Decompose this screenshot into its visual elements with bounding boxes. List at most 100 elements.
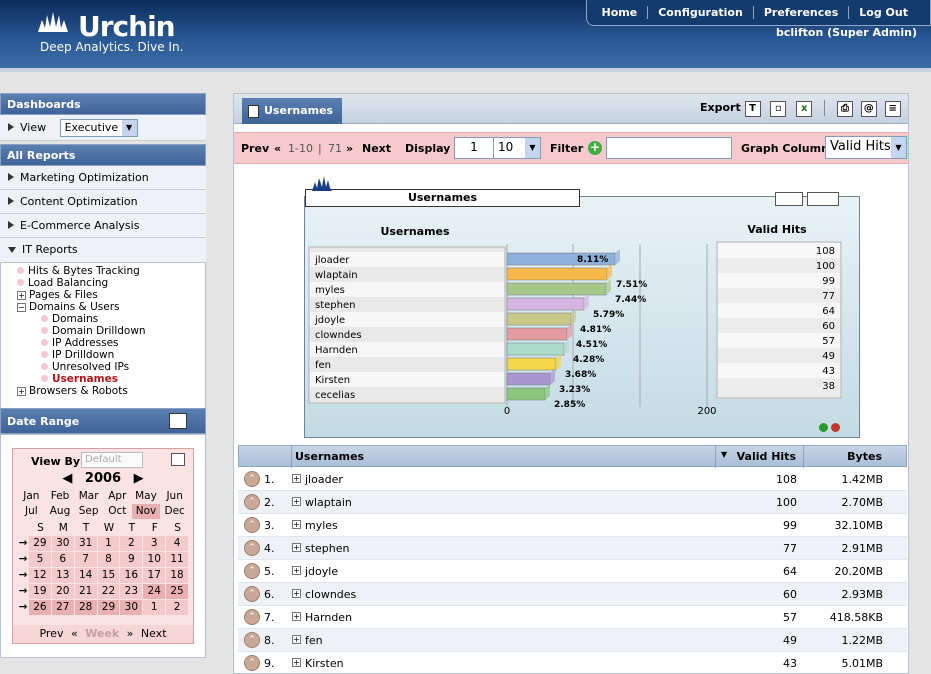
display-count-select[interactable]: 10 ▼ bbox=[493, 137, 541, 159]
table-row[interactable]: ⌃ 9. + Kirsten 43 5.01MB bbox=[238, 652, 907, 674]
tree-item-browsers-robots[interactable]: + Browsers & Robots bbox=[17, 385, 205, 397]
email-icon[interactable]: @ bbox=[860, 101, 877, 117]
select-week-arrow-icon[interactable]: → bbox=[17, 568, 29, 583]
row-username[interactable]: wlaptain bbox=[305, 496, 352, 509]
column-usernames[interactable]: Usernames bbox=[295, 450, 364, 463]
calendar-icon[interactable] bbox=[171, 453, 185, 466]
tree-item-domain-drilldown[interactable]: Domain Drilldown bbox=[29, 325, 205, 337]
prev-link[interactable]: Prev bbox=[39, 627, 63, 640]
tree-item-domains[interactable]: Domains bbox=[29, 313, 205, 325]
expand-plus-icon[interactable]: + bbox=[292, 497, 301, 506]
next-link[interactable]: Next bbox=[141, 627, 167, 640]
tree-item-load-balancing[interactable]: Load Balancing bbox=[17, 277, 205, 289]
move-up-icon[interactable]: ⌃ bbox=[244, 563, 260, 579]
calendar-icon[interactable] bbox=[169, 413, 187, 429]
move-up-icon[interactable]: ⌃ bbox=[244, 586, 260, 602]
row-username[interactable]: stephen bbox=[305, 542, 350, 555]
calendar-day[interactable]: 9 bbox=[120, 552, 143, 567]
calendar-day[interactable]: 29 bbox=[97, 600, 120, 615]
move-up-icon[interactable]: ⌃ bbox=[244, 632, 260, 648]
expand-plus-icon[interactable]: + bbox=[292, 635, 301, 644]
calendar-day[interactable]: 17 bbox=[143, 568, 166, 583]
row-username[interactable]: Kirsten bbox=[305, 657, 344, 670]
expand-plus-icon[interactable]: + bbox=[17, 291, 26, 300]
tree-item-ip-addresses[interactable]: IP Addresses bbox=[29, 337, 205, 349]
print-icon[interactable]: ⎙ bbox=[836, 101, 853, 117]
select-week-arrow-icon[interactable]: → bbox=[17, 600, 29, 615]
calendar-day[interactable]: 2 bbox=[166, 600, 188, 615]
calendar-day[interactable]: 13 bbox=[51, 568, 74, 583]
calendar-day[interactable]: 12 bbox=[29, 568, 51, 583]
expand-plus-icon[interactable]: + bbox=[292, 658, 301, 667]
nav-preferences[interactable]: Preferences bbox=[752, 6, 848, 19]
table-row[interactable]: ⌃ 6. + clowndes 60 2.93MB bbox=[238, 583, 907, 606]
export-xml-icon[interactable]: ▫ bbox=[770, 101, 787, 117]
graph-column-select[interactable]: Valid Hits ▼ bbox=[825, 136, 907, 159]
tree-item-unresolved-ips[interactable]: Unresolved IPs bbox=[29, 361, 205, 373]
calendar-day[interactable]: 22 bbox=[97, 584, 120, 599]
calendar-day[interactable]: 7 bbox=[74, 552, 97, 567]
move-up-icon[interactable]: ⌃ bbox=[244, 540, 260, 556]
table-row[interactable]: ⌃ 3. + myles 99 32.10MB bbox=[238, 514, 907, 537]
nav-configuration[interactable]: Configuration bbox=[647, 6, 753, 19]
column-valid-hits[interactable]: Valid Hits bbox=[737, 450, 796, 463]
nav-logout[interactable]: Log Out bbox=[848, 6, 918, 19]
next-year-arrow-icon[interactable]: ▶ bbox=[134, 471, 144, 486]
expand-plus-icon[interactable]: + bbox=[292, 566, 301, 575]
month-may[interactable]: May bbox=[132, 489, 161, 504]
next-page-link[interactable]: Next bbox=[362, 142, 391, 155]
calendar-day[interactable]: 30 bbox=[120, 600, 143, 615]
row-username[interactable]: jloader bbox=[305, 473, 343, 486]
expand-plus-icon[interactable]: + bbox=[292, 474, 301, 483]
calendar-day[interactable]: 16 bbox=[120, 568, 143, 583]
calendar-day[interactable]: 29 bbox=[29, 536, 51, 551]
tree-item-ip-drilldown[interactable]: IP Drilldown bbox=[29, 349, 205, 361]
month-feb[interactable]: Feb bbox=[46, 489, 75, 504]
tree-item-pages-files[interactable]: + Pages & Files bbox=[17, 289, 205, 301]
row-username[interactable]: fen bbox=[305, 634, 323, 647]
calendar-day[interactable]: 28 bbox=[74, 600, 97, 615]
calendar-day[interactable]: 1 bbox=[97, 536, 120, 551]
month-oct[interactable]: Oct bbox=[103, 504, 132, 519]
tab-usernames[interactable]: Usernames bbox=[242, 98, 342, 124]
export-text-icon[interactable]: T bbox=[744, 101, 761, 117]
filter-input[interactable] bbox=[606, 137, 732, 159]
calendar-day[interactable]: 23 bbox=[120, 584, 143, 599]
calendar-day[interactable]: 24 bbox=[143, 584, 166, 599]
move-up-icon[interactable]: ⌃ bbox=[244, 517, 260, 533]
month-mar[interactable]: Mar bbox=[74, 489, 103, 504]
export-excel-icon[interactable]: x bbox=[796, 101, 813, 117]
calendar-day[interactable]: 10 bbox=[143, 552, 166, 567]
table-row[interactable]: ⌃ 4. + stephen 77 2.91MB bbox=[238, 537, 907, 560]
tree-item-hits-bytes[interactable]: Hits & Bytes Tracking bbox=[17, 265, 205, 277]
month-nov[interactable]: Nov bbox=[131, 504, 161, 519]
month-sep[interactable]: Sep bbox=[74, 504, 103, 519]
menu-content-optimization[interactable]: Content Optimization bbox=[0, 190, 206, 214]
display-start-input[interactable]: 1 bbox=[454, 137, 494, 159]
row-username[interactable]: clowndes bbox=[305, 588, 356, 601]
calendar-day[interactable]: 11 bbox=[166, 552, 188, 567]
nav-home[interactable]: Home bbox=[592, 6, 648, 19]
calendar-day[interactable]: 6 bbox=[51, 552, 74, 567]
tree-item-domains-users[interactable]: − Domains & Users bbox=[17, 301, 205, 313]
row-username[interactable]: Harnden bbox=[305, 611, 352, 624]
calendar-day[interactable]: 21 bbox=[74, 584, 97, 599]
calendar-day[interactable]: 31 bbox=[74, 536, 97, 551]
add-filter-icon[interactable]: + bbox=[588, 141, 602, 155]
move-up-icon[interactable]: ⌃ bbox=[244, 655, 260, 671]
calendar-day[interactable]: 15 bbox=[97, 568, 120, 583]
calendar-day[interactable]: 26 bbox=[29, 600, 51, 615]
table-row[interactable]: ⌃ 1. + jloader 108 1.42MB bbox=[238, 468, 907, 491]
all-reports-header[interactable]: All Reports bbox=[0, 144, 206, 166]
calendar-day[interactable]: 2 bbox=[120, 536, 143, 551]
view-by-select[interactable]: Default bbox=[81, 452, 143, 468]
month-jun[interactable]: Jun bbox=[160, 489, 189, 504]
week-link[interactable]: Week bbox=[85, 627, 119, 640]
select-week-arrow-icon[interactable]: → bbox=[17, 584, 29, 599]
expand-plus-icon[interactable]: + bbox=[17, 387, 26, 396]
menu-ecommerce-analysis[interactable]: E-Commerce Analysis bbox=[0, 214, 206, 238]
view-select[interactable]: Executive ▼ bbox=[59, 119, 138, 137]
calendar-day[interactable]: 14 bbox=[74, 568, 97, 583]
report-icon[interactable]: ≡ bbox=[884, 101, 901, 117]
calendar-day[interactable]: 18 bbox=[166, 568, 188, 583]
